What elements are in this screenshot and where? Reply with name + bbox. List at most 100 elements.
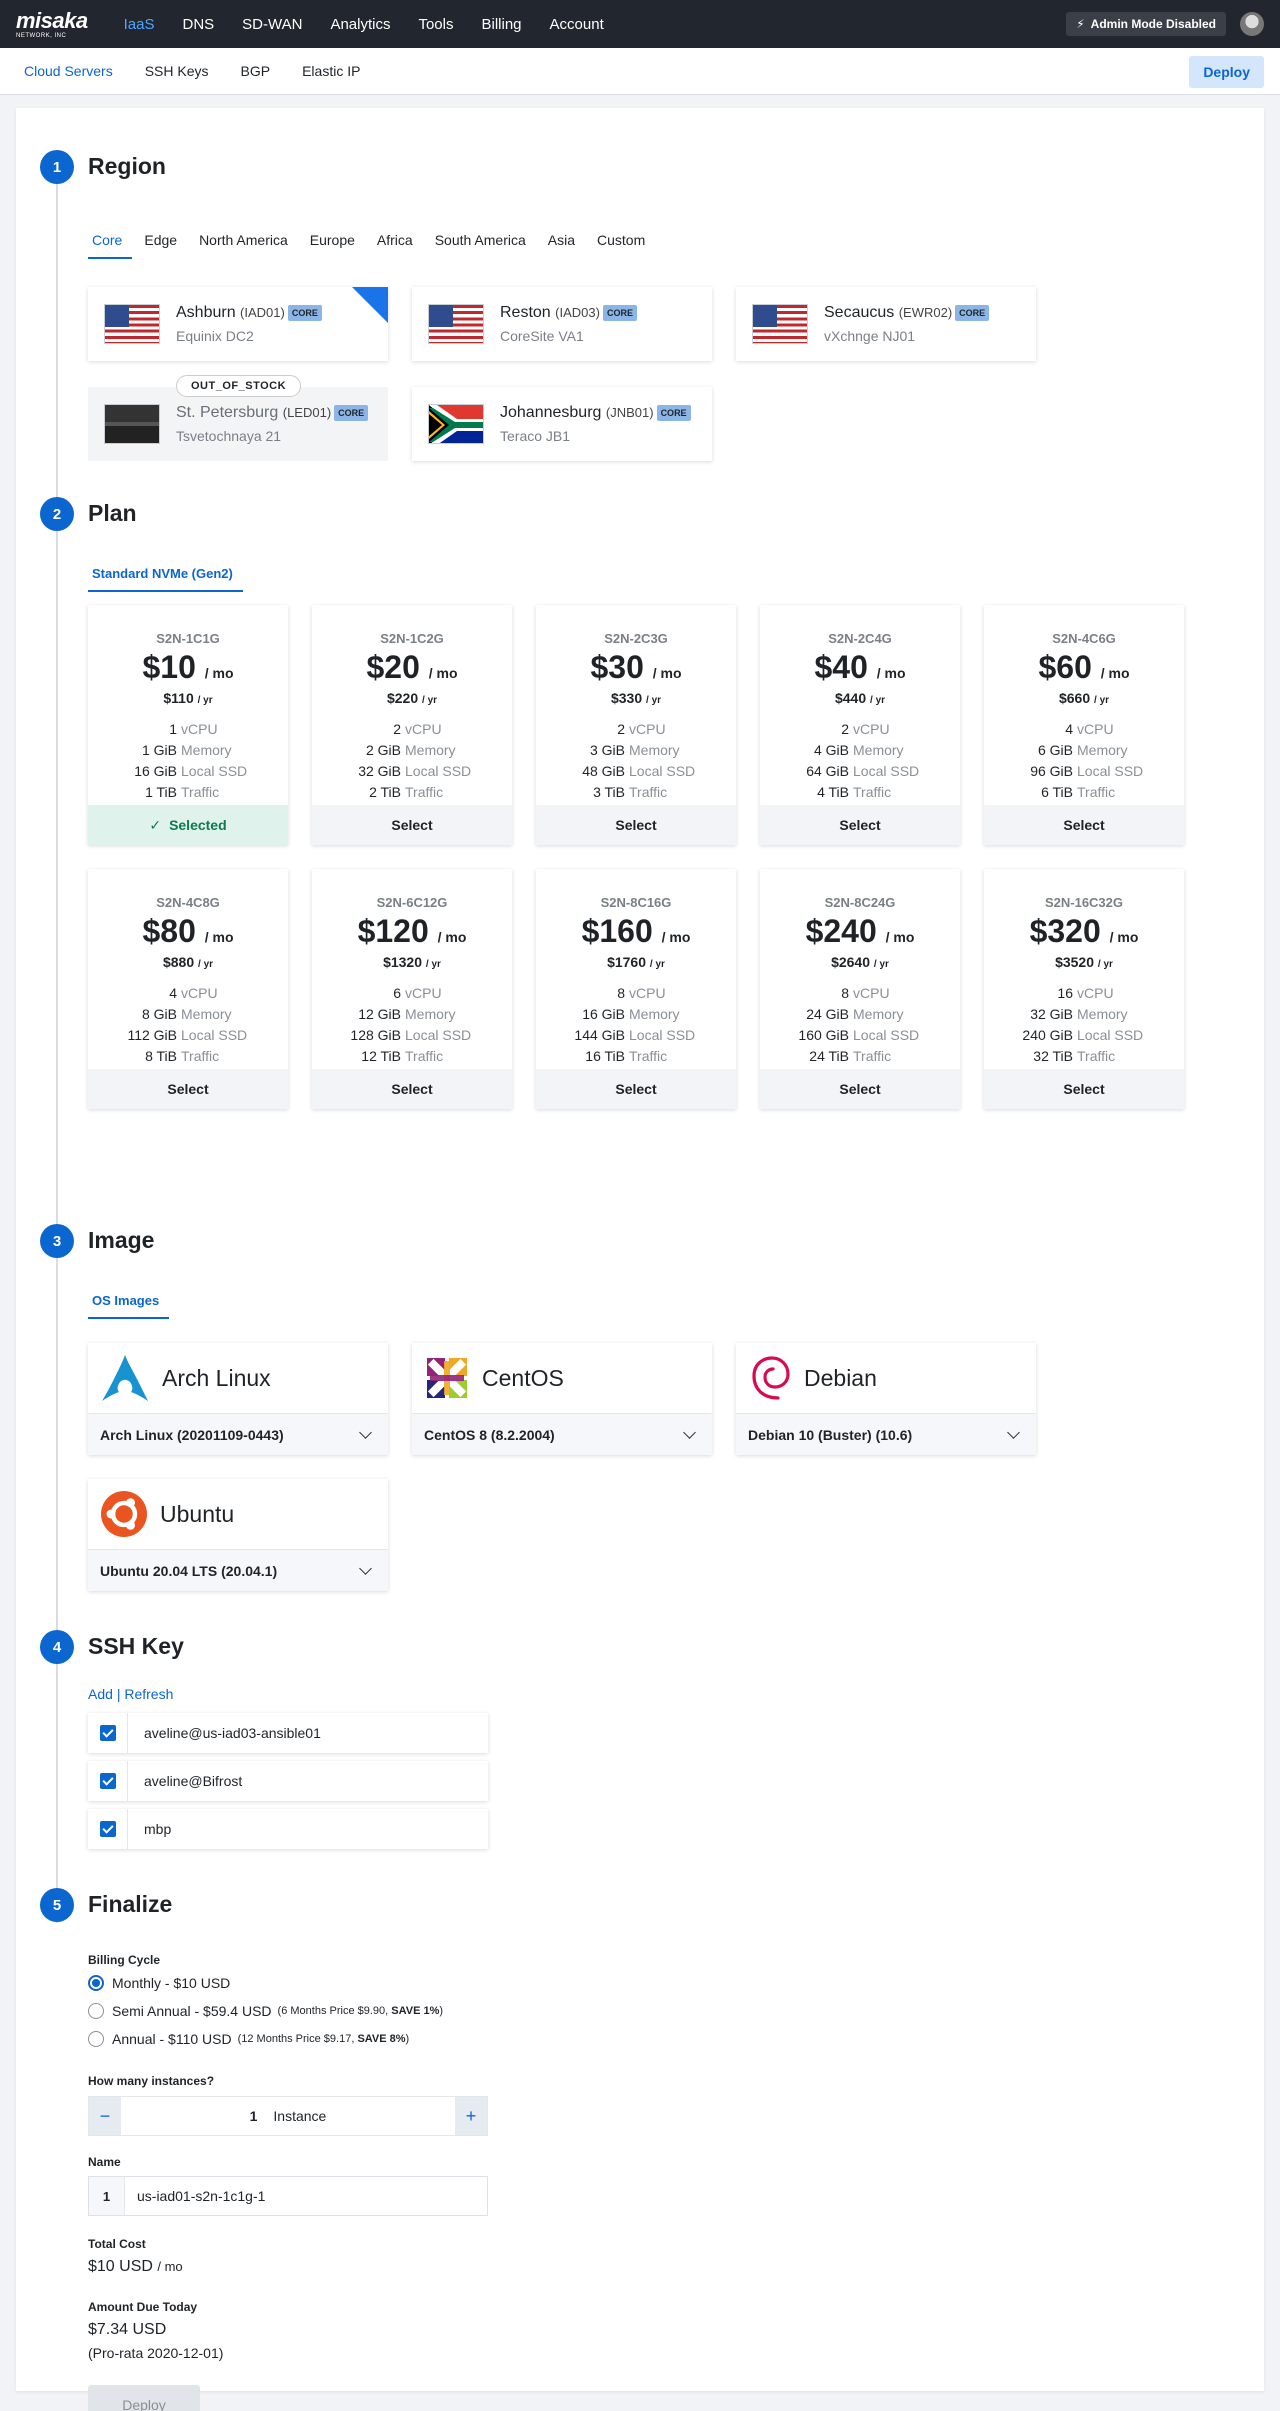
tab-core[interactable]: Core [88, 232, 133, 259]
subnav-ssh-keys[interactable]: SSH Keys [145, 63, 209, 79]
plan-card[interactable]: S2N-4C6G $60 / mo $660 / yr 4 vCPU 6 GiB Memor… [984, 605, 1184, 845]
tab-custom[interactable]: Custom [593, 232, 655, 259]
plan-name: S2N-16C32G [1044, 895, 1124, 910]
nav-dns[interactable]: DNS [168, 16, 228, 33]
plan-card[interactable]: S2N-8C24G $240 / mo $2640 / yr 8 vCPU 24 GiB M… [760, 869, 960, 1109]
avatar[interactable] [1240, 12, 1264, 36]
os-version: CentOS 8 (8.2.2004) [424, 1426, 555, 1443]
region-code: (JNB01) [605, 405, 654, 420]
plan-price: $40 / mo [814, 649, 906, 685]
plan-card[interactable]: S2N-16C32G $320 / mo $3520 / yr 16 vCPU 32 Gi… [984, 869, 1184, 1109]
admin-mode-toggle[interactable]: ⚡ Admin Mode Disabled [1066, 12, 1226, 36]
ssh-key-item[interactable]: aveline@Bifrost [88, 1761, 488, 1801]
os-version-select[interactable]: Arch Linux (20201109-0443) [88, 1413, 388, 1455]
core-badge: CORE [334, 404, 369, 421]
plan-price: $20 / mo [366, 649, 458, 685]
subnav-elastic-ip[interactable]: Elastic IP [302, 63, 360, 79]
plan-select-button[interactable]: Select [312, 1069, 512, 1109]
checkbox-checked[interactable] [99, 1821, 116, 1837]
tab-south-america[interactable]: South America [431, 232, 536, 259]
ssh-key-name: aveline@Bifrost [144, 1773, 243, 1789]
ssh-key-item[interactable]: mbp [88, 1809, 488, 1849]
chevron-down-icon [359, 1425, 372, 1439]
step-3-marker: 3 [40, 1224, 74, 1258]
billing-monthly-option[interactable]: Monthly - $10 USD [88, 1975, 230, 1991]
tab-north-america[interactable]: North America [195, 232, 298, 259]
increment-button[interactable]: + [455, 2097, 487, 2135]
tab-standard-nvme[interactable]: Standard NVMe (Gen2) [88, 566, 243, 592]
checkbox-checked[interactable] [99, 1725, 116, 1741]
os-version-select[interactable]: CentOS 8 (8.2.2004) [412, 1413, 712, 1455]
deploy-button-top[interactable]: Deploy [1189, 56, 1264, 88]
plan-select-button[interactable]: Select [536, 1069, 736, 1109]
subnav-bgp[interactable]: BGP [241, 63, 271, 79]
plan-card[interactable]: S2N-2C4G $40 / mo $440 / yr 2 vCPU 4 GiB Memor… [760, 605, 960, 845]
plan-title: Plan [88, 500, 137, 526]
nav-iaas[interactable]: IaaS [110, 16, 169, 33]
plan-card[interactable]: S2N-2C3G $30 / mo $330 / yr 2 vCPU 3 GiB Memor… [536, 605, 736, 845]
plan-select-button[interactable]: Select [760, 805, 960, 845]
nav-analytics[interactable]: Analytics [316, 16, 404, 33]
tab-edge[interactable]: Edge [140, 232, 187, 259]
plan-card[interactable]: S2N-8C16G $160 / mo $1760 / yr 8 vCPU 16 GiB M… [536, 869, 736, 1109]
billing-semi-annual-option[interactable]: Semi Annual - $59.4 USD (6 Months Price … [88, 2003, 443, 2019]
logo[interactable]: misaka NETWORK, INC [16, 7, 88, 39]
region-name: Ashburn [176, 304, 236, 321]
nav-account[interactable]: Account [536, 16, 618, 33]
plan-card[interactable]: S2N-4C8G $80 / mo $880 / yr 4 vCPU 8 GiB Memor… [88, 869, 288, 1109]
plan-select-button[interactable]: Select [88, 1069, 288, 1109]
nav-sdwan[interactable]: SD-WAN [228, 16, 316, 33]
radio-unselected[interactable] [88, 2031, 104, 2047]
os-version: Arch Linux (20201109-0443) [100, 1426, 284, 1443]
region-card-ashburn[interactable]: Ashburn (IAD01) CORE Equinix DC2 [88, 287, 388, 361]
os-name: Arch Linux [162, 1364, 271, 1391]
top-navbar: misaka NETWORK, INC IaaS DNS SD-WAN Anal… [0, 0, 1280, 48]
os-version-select[interactable]: Ubuntu 20.04 LTS (20.04.1) [88, 1549, 388, 1591]
plan-select-button[interactable]: Select [984, 805, 1184, 845]
plan-card[interactable]: S2N-1C1G $10 / mo $110 / yr 1 vCPU 1 GiB Memor… [88, 605, 288, 845]
radio-selected[interactable] [88, 1975, 104, 1991]
plan-card[interactable]: S2N-1C2G $20 / mo $220 / yr 2 vCPU 2 GiB Memor… [312, 605, 512, 845]
ssh-key-item[interactable]: aveline@us-iad03-ansible01 [88, 1713, 488, 1753]
spec-memory: 6 GiB Memory [1037, 742, 1128, 758]
add-ssh-key-link[interactable]: Add [88, 1686, 113, 1702]
refresh-ssh-keys-link[interactable]: Refresh [124, 1686, 173, 1702]
plan-select-button[interactable]: Select [312, 805, 512, 845]
tab-africa[interactable]: Africa [373, 232, 423, 259]
plan-select-button[interactable]: Select [984, 1069, 1184, 1109]
plan-select-button[interactable]: Select [760, 1069, 960, 1109]
hostname-field[interactable]: 1 us-iad01-s2n-1c1g-1 [88, 2176, 488, 2216]
billing-annual-option[interactable]: Annual - $110 USD (12 Months Price $9.17… [88, 2031, 409, 2047]
os-version-select[interactable]: Debian 10 (Buster) (10.6) [736, 1413, 1036, 1455]
os-card-arch[interactable]: Arch Linux Arch Linux (20201109-0443) [88, 1343, 388, 1455]
spec-memory: 24 GiB Memory [806, 1006, 904, 1022]
hostname-input[interactable]: us-iad01-s2n-1c1g-1 [125, 2188, 265, 2204]
nav-billing[interactable]: Billing [468, 16, 536, 33]
tab-os-images[interactable]: OS Images [88, 1293, 170, 1319]
plan-selected-button[interactable]: ✓ Selected [88, 805, 288, 845]
logo-text: misaka [16, 7, 88, 33]
region-card-secaucus[interactable]: Secaucus (EWR02) CORE vXchnge NJ01 [736, 287, 1036, 361]
instances-value[interactable]: 1 [250, 2108, 258, 2124]
plan-name: S2N-1C1G [156, 631, 220, 646]
plan-card[interactable]: S2N-6C12G $120 / mo $1320 / yr 6 vCPU 12 GiB M… [312, 869, 512, 1109]
nav-tools[interactable]: Tools [404, 16, 467, 33]
region-card-reston[interactable]: Reston (IAD03) CORE CoreSite VA1 [412, 287, 712, 361]
image-title: Image [88, 1227, 155, 1253]
plan-select-button[interactable]: Select [536, 805, 736, 845]
os-card-ubuntu[interactable]: Ubuntu Ubuntu 20.04 LTS (20.04.1) [88, 1479, 388, 1591]
spec-memory: 8 GiB Memory [141, 1006, 232, 1022]
os-card-debian[interactable]: Debian Debian 10 (Buster) (10.6) [736, 1343, 1036, 1455]
checkbox-checked[interactable] [99, 1773, 116, 1789]
region-card-johannesburg[interactable]: Johannesburg (JNB01) CORE Teraco JB1 [412, 387, 712, 461]
deploy-button[interactable]: Deploy [88, 2385, 200, 2411]
subnav-cloud-servers[interactable]: Cloud Servers [24, 63, 113, 79]
tab-europe[interactable]: Europe [306, 232, 365, 259]
tab-asia[interactable]: Asia [544, 232, 585, 259]
decrement-button[interactable]: − [89, 2097, 121, 2135]
spec-ssd: 240 GiB Local SSD [1022, 1027, 1144, 1043]
spec-traffic: 8 TiB Traffic [145, 1048, 220, 1064]
radio-unselected[interactable] [88, 2003, 104, 2019]
spec-memory: 16 GiB Memory [582, 1006, 680, 1022]
os-card-centos[interactable]: CentOS CentOS 8 (8.2.2004) [412, 1343, 712, 1455]
